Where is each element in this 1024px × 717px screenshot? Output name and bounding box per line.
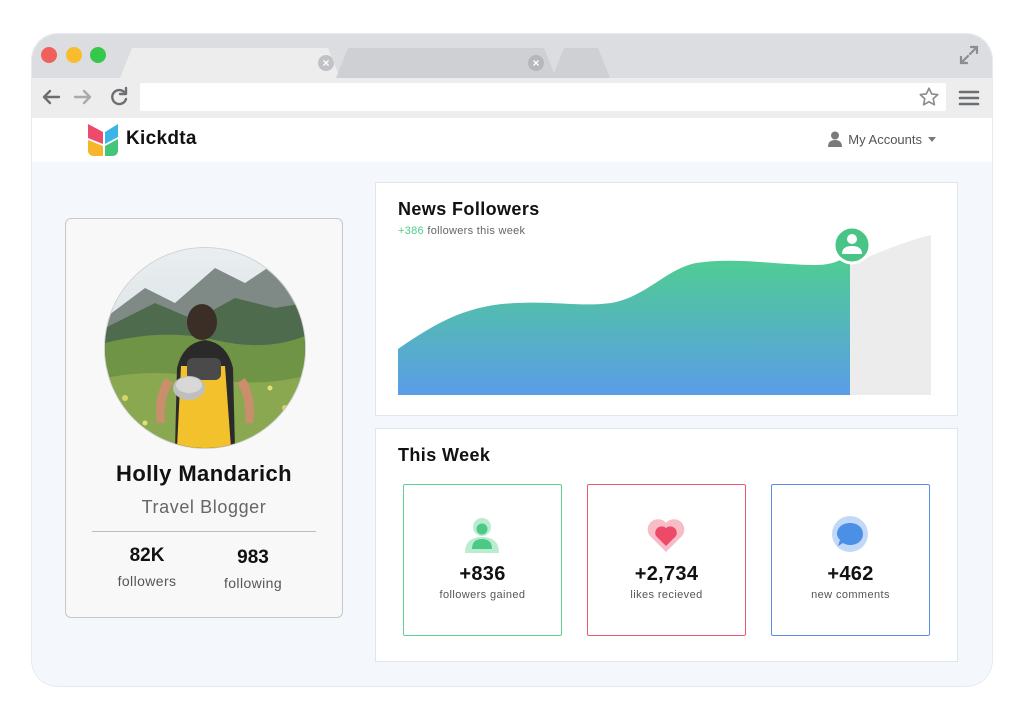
- likes-received-tile[interactable]: +2,734 likes recieved: [587, 484, 746, 636]
- browser-tab-active[interactable]: ×: [120, 48, 340, 78]
- hamburger-menu-icon[interactable]: [958, 89, 980, 112]
- tab-close-icon[interactable]: ×: [528, 55, 544, 71]
- followers-gained-value: +836: [404, 563, 561, 586]
- new-comments-label: new comments: [772, 589, 929, 601]
- minimize-window-button[interactable]: [66, 47, 82, 63]
- fullscreen-icon[interactable]: [958, 44, 980, 71]
- current-point-marker: [834, 227, 870, 263]
- close-window-button[interactable]: [41, 47, 57, 63]
- my-accounts-label: My Accounts: [848, 132, 922, 147]
- bookmark-star-icon[interactable]: [918, 86, 940, 113]
- browser-tab[interactable]: ×: [336, 48, 556, 78]
- followers-label: followers: [92, 573, 202, 589]
- comment-bubble-icon: [830, 515, 870, 555]
- brand-name[interactable]: Kickdta: [126, 128, 197, 150]
- following-count: 983: [198, 547, 308, 569]
- address-bar[interactable]: [140, 83, 946, 111]
- followers-stat: 82K followers: [92, 545, 202, 589]
- app-header: Kickdta My Accounts: [32, 118, 992, 162]
- user-icon-head: [847, 234, 857, 244]
- profile-role: Travel Blogger: [66, 497, 342, 518]
- new-comments-tile[interactable]: +462 new comments: [771, 484, 930, 636]
- kickdta-logo-icon[interactable]: [88, 124, 120, 161]
- tab-close-icon[interactable]: ×: [318, 55, 334, 71]
- new-tab-button[interactable]: [552, 48, 610, 78]
- followers-gained-label: followers gained: [404, 589, 561, 601]
- following-label: following: [198, 575, 308, 591]
- user-icon: [828, 131, 842, 147]
- profile-divider: [92, 531, 316, 532]
- followers-area: [398, 255, 850, 395]
- browser-window: × ×: [32, 34, 992, 686]
- forward-arrow-icon[interactable]: [72, 86, 94, 113]
- followers-gained-tile[interactable]: +836 followers gained: [403, 484, 562, 636]
- new-comments-value: +462: [772, 563, 929, 586]
- chart-title: News Followers: [398, 199, 540, 220]
- this-week-card: This Week +836 followers gained +2,734 l…: [375, 428, 958, 662]
- maximize-window-button[interactable]: [90, 47, 106, 63]
- browser-toolbar: [32, 78, 992, 118]
- followers-gain-suffix: followers this week: [427, 225, 525, 237]
- caret-down-icon: [928, 137, 936, 142]
- likes-received-value: +2,734: [588, 563, 745, 586]
- browser-chrome: × ×: [32, 34, 992, 118]
- heart-icon: [646, 515, 686, 555]
- following-stat: 983 following: [198, 547, 308, 591]
- likes-received-label: likes recieved: [588, 589, 745, 601]
- reload-icon[interactable]: [108, 86, 130, 113]
- followers-gain: +386: [398, 225, 424, 237]
- user-icon: [462, 515, 502, 555]
- this-week-title: This Week: [398, 445, 490, 466]
- news-followers-card: News Followers +386 followers this week: [375, 182, 958, 416]
- profile-name: Holly Mandarich: [66, 461, 342, 487]
- followers-count: 82K: [92, 545, 202, 567]
- my-accounts-dropdown[interactable]: My Accounts: [828, 131, 936, 147]
- chart-subtitle: +386 followers this week: [398, 225, 525, 237]
- back-arrow-icon[interactable]: [40, 86, 62, 113]
- profile-card: Holly Mandarich Travel Blogger 82K follo…: [65, 218, 343, 618]
- profile-avatar: [104, 247, 306, 449]
